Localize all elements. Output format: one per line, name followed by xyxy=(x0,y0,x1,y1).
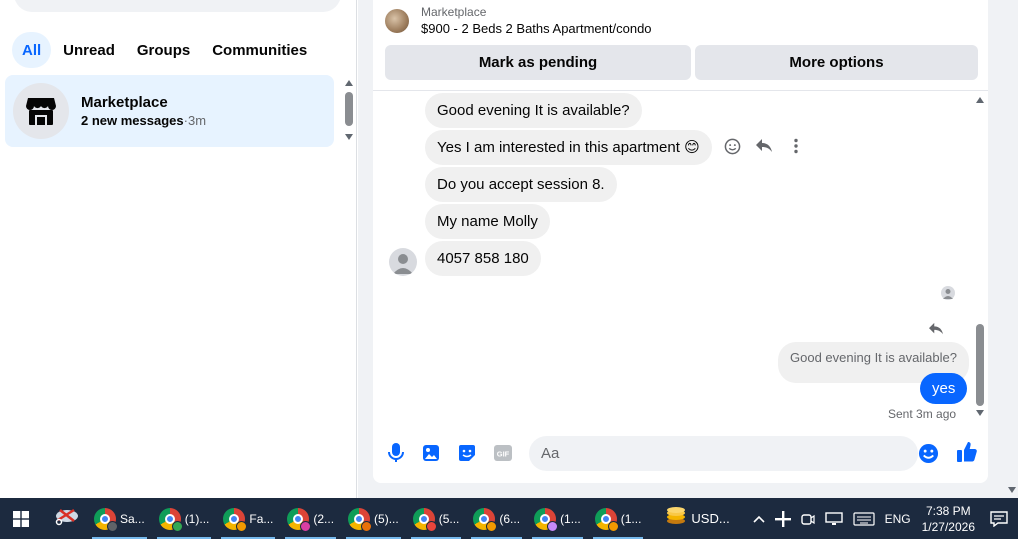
smile-emoji: 😊 xyxy=(684,139,700,156)
scroll-up-arrow-icon[interactable] xyxy=(345,80,353,86)
app-window: All Unread Groups Communities Marketplac… xyxy=(0,0,1018,539)
more-options-button[interactable]: More options xyxy=(695,45,978,80)
keyboard-icon[interactable] xyxy=(852,511,875,526)
react-icon[interactable] xyxy=(723,137,741,155)
gif-icon[interactable]: GIF xyxy=(492,442,514,464)
sticker-icon[interactable] xyxy=(456,442,478,464)
chrome-icon xyxy=(223,507,248,532)
listing-header[interactable]: Marketplace $900 - 2 Beds 2 Baths Apartm… xyxy=(385,4,652,38)
conversation-area: Marketplace $900 - 2 Beds 2 Baths Apartm… xyxy=(358,0,1018,498)
sent-status: Sent 3m ago xyxy=(888,407,957,421)
chat-time: 3m xyxy=(187,112,207,128)
scroll-up-arrow-icon[interactable] xyxy=(976,97,984,103)
tab-all[interactable]: All xyxy=(12,32,52,68)
scrollbar-thumb[interactable] xyxy=(345,92,353,126)
snipping-tool-icon xyxy=(54,505,80,532)
chat-preview-line: 2 new messages·3m xyxy=(81,112,206,130)
tab-unread[interactable]: Unread xyxy=(53,32,125,68)
chrome-icon xyxy=(534,507,559,532)
taskbar-chrome-window[interactable]: (5)... xyxy=(344,498,403,539)
message-text: Yes I am interested in this apartment xyxy=(437,139,680,156)
taskbar-chrome-window[interactable]: (2... xyxy=(283,498,338,539)
plus-icon[interactable] xyxy=(774,510,791,527)
taskbar-chrome-window[interactable]: (5... xyxy=(409,498,464,539)
microphone-icon[interactable] xyxy=(385,442,407,464)
marketplace-store-icon xyxy=(13,83,69,139)
reply-indicator-icon xyxy=(928,322,944,341)
listing-thumbnail xyxy=(385,9,409,33)
language-indicator[interactable]: ENG xyxy=(885,512,911,526)
conversation-scrollbar[interactable] xyxy=(973,96,987,418)
taskbar-stock-widget[interactable]: USD... xyxy=(661,498,733,539)
windows-start-icon[interactable] xyxy=(0,498,42,539)
listing-source: Marketplace xyxy=(421,5,487,19)
chrome-icon xyxy=(348,507,373,532)
message-bubble: Yes I am interested in this apartment 😊 xyxy=(425,130,712,165)
chat-preview: 2 new messages xyxy=(81,112,184,128)
chat-name: Marketplace xyxy=(81,93,168,111)
chrome-icon xyxy=(158,507,183,532)
message-bubble: 4057 858 180 xyxy=(425,241,541,276)
mark-as-pending-button[interactable]: Mark as pending xyxy=(385,45,691,80)
stock-icon xyxy=(665,506,687,531)
taskbar-chrome-window[interactable]: (1... xyxy=(530,498,585,539)
outgoing-message-bubble: yes xyxy=(920,373,968,404)
scrollbar-thumb[interactable] xyxy=(976,324,984,406)
gif-label: GIF xyxy=(497,450,510,459)
thumbs-up-icon[interactable] xyxy=(956,441,978,463)
more-icon[interactable] xyxy=(787,137,805,155)
message-tools xyxy=(723,137,805,155)
network-icon[interactable] xyxy=(824,511,843,526)
message-bubble: Do you accept session 8. xyxy=(425,167,617,202)
chat-item-marketplace[interactable]: Marketplace 2 new messages·3m xyxy=(5,75,334,147)
listing-title: $900 - 2 Beds 2 Baths Apartment/condo xyxy=(421,21,652,36)
chat-list-scrollbar[interactable] xyxy=(343,78,355,142)
chrome-icon xyxy=(94,507,118,532)
clock[interactable]: 7:38 PM 1/27/2026 xyxy=(922,503,975,535)
windows-taskbar: Sa... (1)... Fa... (2... (5)... (5... (6… xyxy=(0,498,1018,539)
sender-avatar[interactable] xyxy=(389,248,417,276)
tab-groups[interactable]: Groups xyxy=(127,32,200,68)
seen-avatar xyxy=(941,286,955,300)
taskbar-chrome-window[interactable]: (1... xyxy=(591,498,646,539)
image-icon[interactable] xyxy=(420,442,442,464)
page-scroll-down-arrow-icon[interactable] xyxy=(1008,487,1016,493)
message-bubble: Good evening It is available? xyxy=(425,93,642,128)
message-input-box[interactable] xyxy=(529,436,938,471)
taskbar-snipping-tool[interactable] xyxy=(50,498,84,539)
chrome-icon xyxy=(473,507,498,532)
taskbar-chrome-window[interactable]: Sa... xyxy=(90,498,149,539)
taskbar-chrome-window[interactable]: (6... xyxy=(469,498,524,539)
chrome-icon xyxy=(287,507,312,532)
message-input[interactable] xyxy=(541,445,871,462)
listing-actions: Mark as pending More options xyxy=(385,45,978,80)
message-bubble: My name Molly xyxy=(425,204,550,239)
tab-communities[interactable]: Communities xyxy=(202,32,317,68)
search-input[interactable] xyxy=(14,0,341,12)
notification-icon[interactable] xyxy=(990,510,1008,527)
filter-tabs: All Unread Groups Communities xyxy=(12,32,317,68)
scroll-down-arrow-icon[interactable] xyxy=(976,410,984,416)
scroll-down-arrow-icon[interactable] xyxy=(345,134,353,140)
system-tray: ENG 7:38 PM 1/27/2026 xyxy=(748,498,1018,539)
chevron-up-icon[interactable] xyxy=(753,515,765,523)
chrome-icon xyxy=(412,507,437,532)
taskbar-chrome-window[interactable]: (1)... xyxy=(155,498,214,539)
divider xyxy=(373,90,988,91)
clock-time: 7:38 PM xyxy=(925,503,971,518)
conversation-panel: Marketplace $900 - 2 Beds 2 Baths Apartm… xyxy=(373,0,988,483)
taskbar-chrome-window[interactable]: Fa... xyxy=(219,498,277,539)
clock-date: 1/27/2026 xyxy=(921,519,975,534)
chat-list-panel: All Unread Groups Communities Marketplac… xyxy=(0,0,357,498)
reply-icon[interactable] xyxy=(755,137,773,155)
camera-icon[interactable] xyxy=(800,511,815,527)
emoji-icon[interactable] xyxy=(917,442,939,464)
message-composer: GIF xyxy=(373,436,988,472)
chrome-icon xyxy=(594,507,619,532)
